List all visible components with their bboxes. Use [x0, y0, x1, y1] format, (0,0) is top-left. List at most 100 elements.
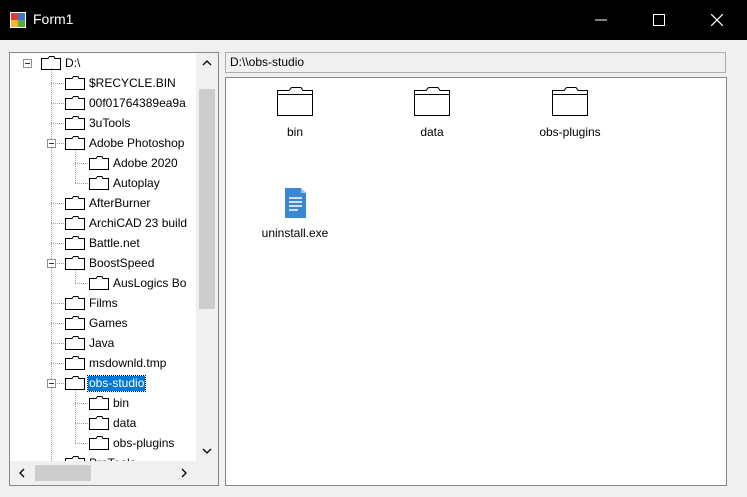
- tree-guide-line: [51, 303, 64, 304]
- file-item-data[interactable]: data: [382, 78, 482, 158]
- folder-icon: [65, 256, 85, 270]
- tree-node[interactable]: Battle.net: [65, 233, 141, 253]
- tree-node[interactable]: Adobe Photoshop: [65, 133, 185, 153]
- tree-node[interactable]: bin: [89, 393, 130, 413]
- folder-icon: [65, 376, 85, 390]
- file-item-obs-plugins[interactable]: obs-plugins: [520, 78, 620, 158]
- tree-expander[interactable]: [47, 379, 56, 388]
- file-item-uninstall-exe[interactable]: uninstall.exe: [245, 179, 345, 259]
- folder-icon: [89, 156, 109, 170]
- tree-horizontal-scrollbar[interactable]: [10, 461, 196, 485]
- file-item-label: bin: [286, 125, 303, 139]
- tree-node[interactable]: AusLogics Bo: [89, 273, 187, 293]
- folder-icon: [414, 87, 450, 116]
- tree-guide-line: [75, 283, 88, 284]
- maximize-button[interactable]: [630, 0, 688, 40]
- folder-icon: [65, 96, 85, 110]
- tree-expander[interactable]: [47, 139, 56, 148]
- folder-tree-view[interactable]: D:\ $RECYCLE.BIN 00f01764389ea9a 3uTools Ad…: [9, 52, 219, 486]
- file-item-bin[interactable]: bin: [245, 78, 345, 158]
- tree-guide-line: [75, 443, 88, 444]
- folder-icon: [65, 336, 85, 350]
- tree-node-root[interactable]: D:\: [41, 53, 81, 73]
- tree-node[interactable]: Films: [65, 293, 119, 313]
- window-title: Form1: [33, 11, 74, 27]
- tree-node-label: BoostSpeed: [89, 255, 155, 270]
- tree-node[interactable]: Games: [65, 313, 129, 333]
- chevron-up-icon: [202, 60, 212, 66]
- tree-guide-line: [51, 103, 64, 104]
- chevron-left-icon: [19, 468, 25, 478]
- tree-vertical-scrollbar[interactable]: [196, 53, 218, 461]
- tree-node-label: Autoplay: [113, 175, 160, 190]
- tree-guide-line: [75, 388, 76, 443]
- tree-guide-line: [51, 323, 64, 324]
- folder-icon: [277, 87, 313, 116]
- tree-guide-line: [75, 183, 88, 184]
- folder-icon: [65, 76, 85, 90]
- title-bar: Form1: [0, 0, 747, 40]
- scrollbar-corner: [196, 461, 218, 485]
- scroll-up-button[interactable]: [196, 53, 218, 73]
- folder-icon: [65, 196, 85, 210]
- tree-guide-line: [51, 203, 64, 204]
- tree-guide-line: [51, 123, 64, 124]
- file-item-label: uninstall.exe: [261, 226, 329, 240]
- folder-icon: [65, 216, 85, 230]
- tree-node-label: Adobe Photoshop: [89, 135, 185, 150]
- tree-guide-line: [51, 83, 64, 84]
- folder-icon: [552, 87, 588, 116]
- tree-node[interactable]: obs-plugins: [89, 433, 175, 453]
- tree-node-label: $RECYCLE.BIN: [89, 75, 176, 90]
- tree-guide-line: [51, 223, 64, 224]
- tree-node-label: 3uTools: [89, 115, 131, 130]
- tree-content: D:\ $RECYCLE.BIN 00f01764389ea9a 3uTools Ad…: [10, 53, 196, 461]
- tree-node[interactable]: ArchiCAD 23 build: [65, 213, 188, 233]
- tree-node[interactable]: BoostSpeed: [65, 253, 155, 273]
- path-field[interactable]: D:\\obs-studio: [225, 52, 726, 73]
- folder-icon: [89, 396, 109, 410]
- close-icon: [711, 14, 723, 26]
- tree-node[interactable]: Adobe 2020: [89, 153, 179, 173]
- tree-node[interactable]: 00f01764389ea9a: [65, 93, 187, 113]
- scroll-left-button[interactable]: [10, 461, 34, 485]
- tree-node[interactable]: 3uTools: [65, 113, 131, 133]
- tree-guide-line: [51, 243, 64, 244]
- tree-node-label: ArchiCAD 23 build: [89, 215, 188, 230]
- tree-node[interactable]: AfterBurner: [65, 193, 151, 213]
- document-icon: [285, 188, 306, 218]
- scroll-right-button[interactable]: [172, 461, 196, 485]
- tree-guide-line: [51, 363, 64, 364]
- tree-node[interactable]: ProTools: [65, 453, 137, 461]
- tree-node-label: 00f01764389ea9a: [89, 95, 186, 110]
- tree-node-label: obs-studio: [86, 374, 147, 392]
- scroll-thumb[interactable]: [199, 89, 215, 309]
- tree-node-label: D:\: [65, 55, 81, 70]
- tree-expander[interactable]: [47, 259, 56, 268]
- tree-node[interactable]: Java: [65, 333, 115, 353]
- tree-expander-root[interactable]: [23, 59, 32, 68]
- tree-node-label: Adobe 2020: [113, 155, 178, 170]
- tree-node[interactable]: Autoplay: [89, 173, 161, 193]
- close-button[interactable]: [688, 0, 746, 40]
- folder-icon: [65, 236, 85, 250]
- tree-node-label: Films: [89, 295, 118, 310]
- tree-node-label: data: [113, 415, 137, 430]
- minimize-button[interactable]: [572, 0, 630, 40]
- folder-icon: [89, 276, 109, 290]
- tree-node-label: Java: [89, 335, 115, 350]
- folder-icon: [65, 296, 85, 310]
- tree-node[interactable]: obs-studio: [65, 373, 147, 393]
- tree-node[interactable]: data: [89, 413, 137, 433]
- tree-node[interactable]: msdownld.tmp: [65, 353, 167, 373]
- file-item-label: data: [420, 125, 444, 139]
- folder-icon: [65, 316, 85, 330]
- scroll-down-button[interactable]: [196, 441, 218, 461]
- scroll-thumb-horizontal[interactable]: [35, 465, 91, 481]
- tree-guide-line: [75, 403, 88, 404]
- app-icon: [10, 12, 26, 28]
- file-list-view[interactable]: bin data obs-plugins uninstall.exe: [225, 77, 727, 486]
- tree-node[interactable]: $RECYCLE.BIN: [65, 73, 177, 93]
- folder-icon: [65, 116, 85, 130]
- tree-node-label: msdownld.tmp: [89, 355, 167, 370]
